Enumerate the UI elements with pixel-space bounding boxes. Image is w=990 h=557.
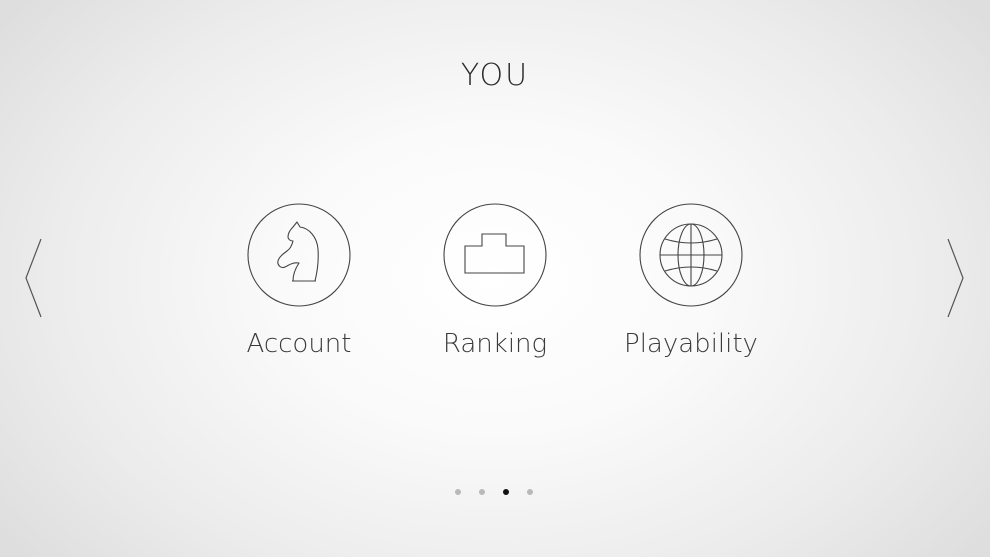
globe-icon (639, 203, 743, 307)
page-dot-3-active[interactable] (503, 489, 509, 495)
ranking-menu-item[interactable]: Ranking (405, 203, 585, 373)
knight-icon (247, 203, 351, 307)
page-title: YOU (460, 58, 530, 93)
ranking-icon-circle (443, 203, 547, 307)
playability-menu-item[interactable]: Playability (601, 203, 781, 373)
menu-row: Account Ranking Playability (0, 203, 990, 373)
podium-icon (443, 203, 547, 307)
ranking-label: Ranking (442, 329, 548, 359)
account-label: Account (246, 329, 352, 359)
page-indicator (455, 489, 535, 497)
playability-label: Playability (624, 329, 758, 359)
account-icon-circle (247, 203, 351, 307)
page-dot-4[interactable] (527, 489, 533, 495)
page-dot-1[interactable] (455, 489, 461, 495)
account-menu-item[interactable]: Account (209, 203, 389, 373)
playability-icon-circle (639, 203, 743, 307)
page-dot-2[interactable] (479, 489, 485, 495)
